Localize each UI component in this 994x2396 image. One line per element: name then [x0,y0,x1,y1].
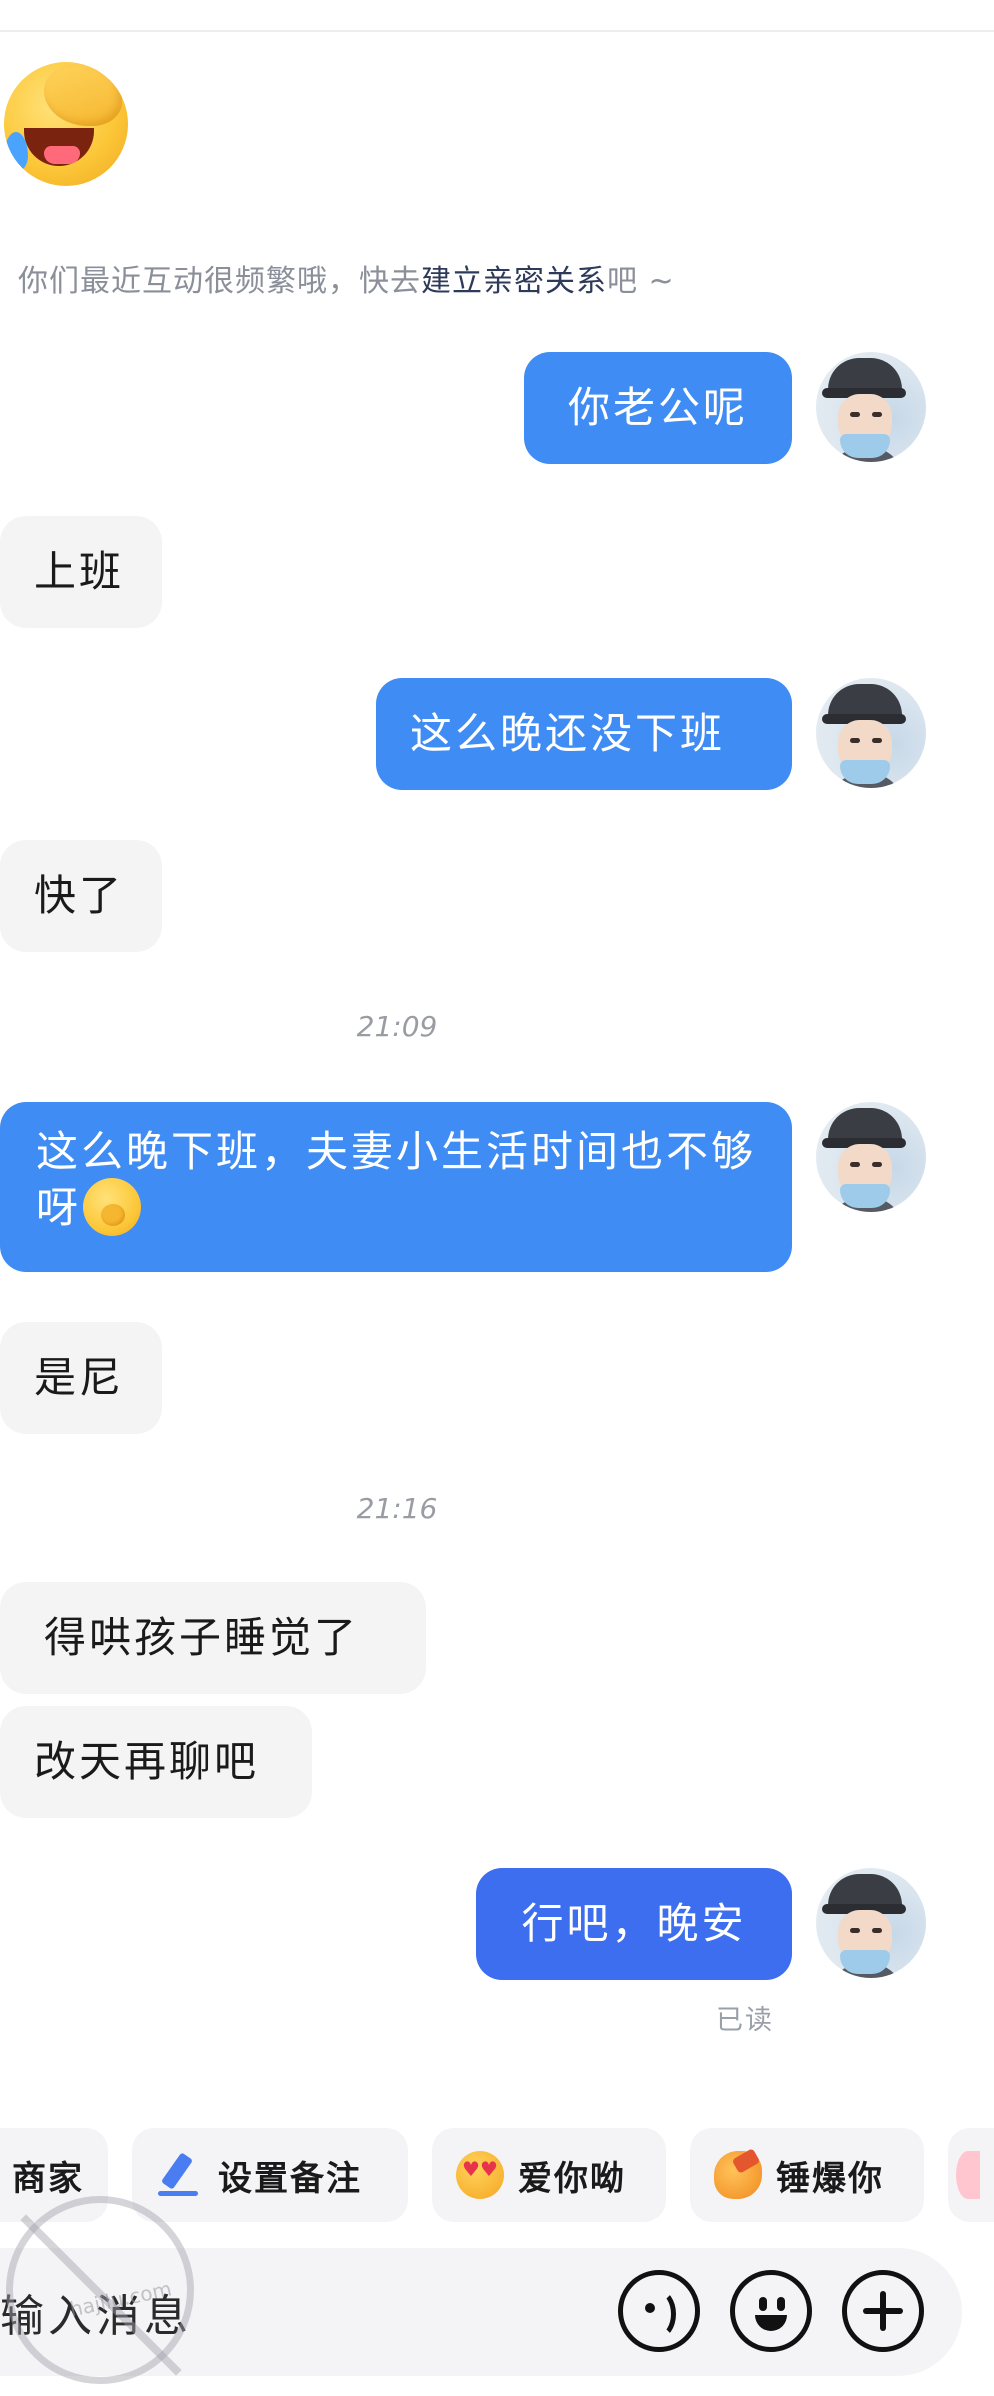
love-emoji-icon [456,2151,504,2199]
emoji-face-icon[interactable] [730,2270,812,2352]
message-bubble-incoming[interactable]: 快了 [0,840,162,952]
chip-label: 锤爆你 [776,2158,884,2199]
message-text: 这么晚还没下班 [410,709,726,758]
intimacy-tip: 你们最近互动很频繁哦，快去建立亲密关系吧 ~ [18,256,675,300]
chip-love-you[interactable]: 爱你呦 [432,2128,666,2222]
message-bubble-incoming[interactable]: 改天再聊吧 [0,1706,312,1818]
message-text: 这么晚下班，夫妻小生活时间也不够呀 [36,1127,757,1232]
my-avatar[interactable] [816,1868,926,1978]
timestamp: 21:16 [356,1492,438,1525]
message-text: 快了 [34,871,125,920]
my-avatar[interactable] [816,1102,926,1212]
message-text: 上班 [34,547,125,596]
chip-hammer-you[interactable]: 锤爆你 [690,2128,924,2222]
watermark-text: hajilu.com [67,2276,174,2322]
timestamp: 21:09 [356,1010,438,1043]
chip-label: 商家 [12,2158,84,2199]
message-bubble-outgoing[interactable]: 这么晚下班，夫妻小生活时间也不够呀 [0,1102,792,1272]
message-bubble-outgoing[interactable]: 你老公呢 [524,352,792,464]
message-text: 你老公呢 [567,383,748,432]
chip-set-remark[interactable]: 设置备注 [132,2128,408,2222]
build-relationship-link[interactable]: 建立亲密关系 [421,264,607,299]
laughing-crying-emoji-icon [4,62,128,186]
message-bubble-outgoing[interactable]: 这么晚还没下班 [376,678,792,790]
message-bubble-incoming[interactable]: 是尼 [0,1322,162,1434]
watermark-logo: hajilu.com [6,2196,194,2384]
hammer-emoji-icon [714,2151,762,2199]
covering-mouth-emoji-icon [83,1178,142,1236]
chip-label: 设置备注 [218,2158,362,2199]
chip-more[interactable] [948,2128,994,2222]
message-text: 行吧，晚安 [521,1899,747,1948]
message-text: 改天再聊吧 [34,1737,260,1786]
message-text: 是尼 [34,1353,125,1402]
message-text: 得哄孩子睡觉了 [44,1613,360,1662]
pen-icon [156,2151,204,2199]
tip-text: 你们最近互动很频繁哦，快去 [18,264,421,299]
read-status: 已读 [716,2005,774,2036]
header-divider [0,30,994,32]
my-avatar[interactable] [816,678,926,788]
message-bubble-outgoing[interactable]: 行吧，晚安 [476,1868,792,1980]
plus-icon[interactable] [842,2270,924,2352]
chip-label: 爱你呦 [518,2158,626,2199]
emoji-icon [956,2151,980,2199]
my-avatar[interactable] [816,352,926,462]
message-bubble-incoming[interactable]: 上班 [0,516,162,628]
tip-suffix: 吧 ~ [607,264,675,299]
voice-icon[interactable] [618,2270,700,2352]
message-bubble-incoming[interactable]: 得哄孩子睡觉了 [0,1582,426,1694]
